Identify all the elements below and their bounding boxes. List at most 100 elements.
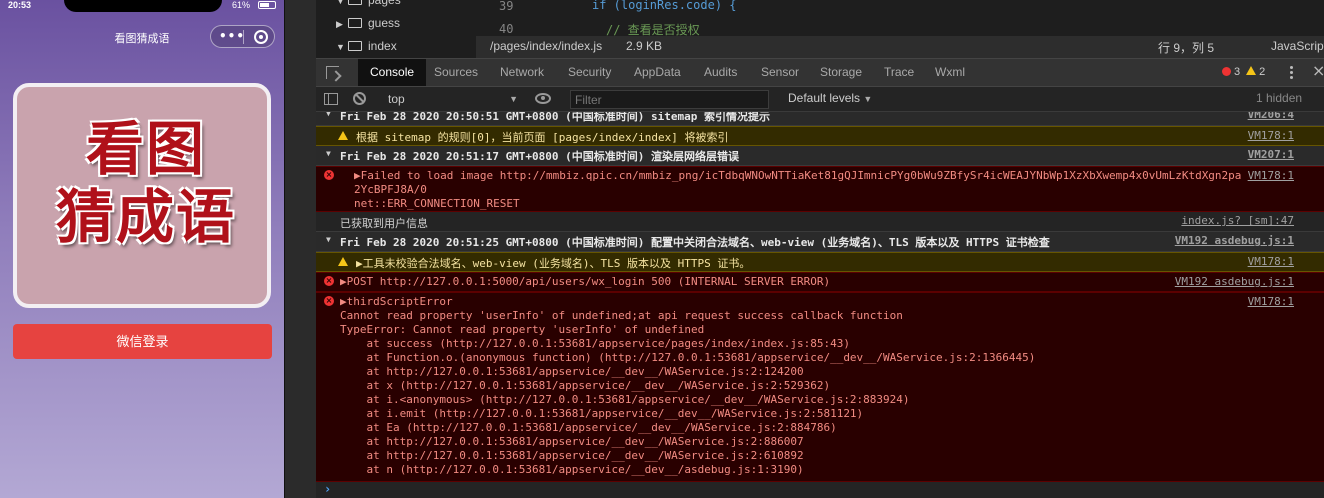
line-number: 40 bbox=[499, 22, 514, 36]
close-target-icon[interactable] bbox=[254, 30, 268, 44]
tree-item-guess[interactable]: ▶ guess bbox=[336, 16, 400, 30]
devtools-tabs: Console Sources Network Security AppData… bbox=[316, 58, 1324, 87]
log-source-link[interactable]: VM178:1 bbox=[1248, 295, 1294, 308]
live-expression-eye-icon[interactable] bbox=[535, 93, 551, 104]
log-message: ▶POST http://127.0.0.1:5000/api/users/wx… bbox=[340, 275, 831, 288]
folder-icon bbox=[348, 0, 362, 5]
log-group-header[interactable]: ▼ Fri Feb 28 2020 20:51:17 GMT+0800 (中国标… bbox=[316, 146, 1324, 166]
tab-audits[interactable]: Audits bbox=[704, 59, 737, 86]
error-icon: × bbox=[324, 296, 334, 306]
error-icon: × bbox=[324, 170, 334, 180]
tree-label: pages bbox=[368, 0, 401, 7]
dropdown-arrow-icon: ▼ bbox=[509, 94, 518, 104]
tree-label: guess bbox=[368, 16, 401, 30]
context-value: top bbox=[388, 92, 405, 106]
log-error[interactable]: × ▶POST http://127.0.0.1:5000/api/users/… bbox=[316, 272, 1324, 292]
log-source-link[interactable]: index.js? [sm]:47 bbox=[1181, 214, 1294, 227]
tab-sensor[interactable]: Sensor bbox=[761, 59, 799, 86]
language-mode[interactable]: JavaScript bbox=[1271, 39, 1324, 53]
log-source-link[interactable]: VM192 asdebug.js:1 bbox=[1175, 234, 1294, 247]
warning-count: 2 bbox=[1259, 66, 1266, 78]
log-message: ▶thirdScriptError Cannot read property '… bbox=[340, 295, 1036, 476]
devtools-window: 20:53 61% 看图猜成语 ••• 看图 猜成语 微信登录 ▼ pages ▶… bbox=[0, 0, 1324, 498]
chevron-down-icon: ▼ bbox=[336, 0, 345, 6]
status-time: 20:53 bbox=[8, 0, 32, 10]
line-number: 39 bbox=[499, 0, 514, 13]
file-size: 2.9 KB bbox=[626, 39, 663, 53]
cursor-position[interactable]: 行 9，列 5 bbox=[1158, 39, 1214, 56]
context-select[interactable]: top ▼ bbox=[382, 90, 522, 108]
log-warning[interactable]: 根据 sitemap 的规则[0]，当前页面 [pages/index/inde… bbox=[316, 126, 1324, 146]
file-path: /pages/index/index.js bbox=[490, 39, 603, 53]
log-levels-dropdown[interactable]: Default levels ▼ bbox=[788, 91, 872, 105]
more-menu-icon[interactable] bbox=[1290, 66, 1293, 79]
filter-input[interactable] bbox=[570, 90, 769, 109]
log-group-header[interactable]: ▼ Fri Feb 28 2020 20:51:25 GMT+0800 (中国标… bbox=[316, 232, 1324, 252]
log-message: Fri Feb 28 2020 20:51:25 GMT+0800 (中国标准时… bbox=[340, 236, 1050, 249]
log-message: 已获取到用户信息 bbox=[340, 217, 428, 230]
tab-security[interactable]: Security bbox=[568, 59, 611, 86]
chevron-down-icon: ▼ bbox=[336, 42, 345, 52]
tree-label: index bbox=[368, 39, 397, 53]
clear-console-icon[interactable] bbox=[353, 92, 366, 105]
log-message: ▶Failed to load image http://mmbiz.qpic.… bbox=[354, 169, 1242, 210]
status-bar: 20:53 61% bbox=[0, 0, 284, 14]
file-status-bar: /pages/index/index.js 2.9 KB 行 9，列 5 Jav… bbox=[476, 36, 1324, 58]
battery-icon bbox=[258, 1, 276, 9]
expand-triangle-icon[interactable]: ▼ bbox=[326, 149, 331, 158]
log-source-link[interactable]: VM178:1 bbox=[1248, 169, 1294, 182]
console-prompt[interactable]: › bbox=[324, 482, 331, 496]
simulator-divider[interactable] bbox=[284, 0, 316, 498]
dropdown-arrow-icon: ▼ bbox=[863, 94, 873, 104]
tree-item-pages[interactable]: ▼ pages bbox=[336, 0, 401, 7]
issue-counts[interactable]: 32 bbox=[1222, 59, 1265, 86]
editor-area: ▼ pages ▶ guess ▼ index 39 40 if (loginRes.… bbox=[316, 0, 1324, 58]
log-source-link[interactable]: VM178:1 bbox=[1248, 129, 1294, 142]
log-message: ▶工具未校验合法域名、web-view (业务域名)、TLS 版本以及 HTTP… bbox=[356, 257, 751, 270]
warning-icon bbox=[338, 131, 348, 140]
wechat-login-button[interactable]: 微信登录 bbox=[13, 324, 272, 359]
log-error[interactable]: × ▶thirdScriptError Cannot read property… bbox=[316, 292, 1324, 482]
hidden-count[interactable]: 1 hidden bbox=[1256, 91, 1302, 105]
log-info[interactable]: 已获取到用户信息 index.js? [sm]:47 bbox=[316, 212, 1324, 232]
log-error[interactable]: × ▶Failed to load image http://mmbiz.qpi… bbox=[316, 166, 1324, 212]
game-logo: 看图 猜成语 bbox=[13, 83, 271, 308]
tab-wxml[interactable]: Wxml bbox=[935, 59, 965, 86]
logo-line-2: 猜成语 bbox=[55, 183, 236, 251]
tab-appdata[interactable]: AppData bbox=[634, 59, 681, 86]
log-message: 根据 sitemap 的规则[0]，当前页面 [pages/index/inde… bbox=[356, 131, 729, 144]
inspect-element-icon[interactable] bbox=[326, 66, 339, 79]
expand-triangle-icon[interactable]: ▼ bbox=[326, 112, 331, 118]
log-warning[interactable]: ▶工具未校验合法域名、web-view (业务域名)、TLS 版本以及 HTTP… bbox=[316, 252, 1324, 272]
log-source-link[interactable]: VM206:4 bbox=[1248, 112, 1294, 121]
logo-text: 看图 猜成语 bbox=[31, 115, 261, 251]
expand-triangle-icon[interactable]: ▼ bbox=[326, 235, 331, 244]
tab-console[interactable]: Console bbox=[358, 59, 427, 86]
console-toolbar: top ▼ Default levels ▼ 1 hidden bbox=[316, 87, 1324, 112]
code-line[interactable]: if (loginRes.code) { bbox=[592, 0, 737, 12]
warning-icon bbox=[338, 257, 348, 266]
chevron-right-icon: ▶ bbox=[336, 19, 343, 29]
folder-icon bbox=[348, 18, 362, 28]
tab-network[interactable]: Network bbox=[500, 59, 544, 86]
error-icon: × bbox=[324, 276, 334, 286]
sidebar-toggle-icon[interactable] bbox=[324, 93, 338, 105]
error-count: 3 bbox=[1234, 66, 1241, 78]
log-source-link[interactable]: VM178:1 bbox=[1248, 255, 1294, 268]
capsule-divider bbox=[243, 30, 244, 44]
mini-program-capsule[interactable]: ••• bbox=[210, 25, 275, 48]
tree-item-index[interactable]: ▼ index bbox=[336, 39, 397, 53]
log-source-link[interactable]: VM207:1 bbox=[1248, 148, 1294, 161]
tab-sources[interactable]: Sources bbox=[434, 59, 478, 86]
folder-icon bbox=[348, 41, 362, 51]
logo-line-1: 看图 bbox=[85, 115, 206, 183]
warning-icon bbox=[1246, 66, 1257, 75]
more-dots-icon[interactable]: ••• bbox=[219, 29, 245, 43]
console-output[interactable]: ▼ Fri Feb 28 2020 20:50:51 GMT+0800 (中国标… bbox=[316, 112, 1324, 498]
close-icon[interactable]: × bbox=[1312, 61, 1324, 80]
log-source-link[interactable]: VM192 asdebug.js:1 bbox=[1175, 275, 1294, 288]
log-group-header[interactable]: ▼ Fri Feb 28 2020 20:50:51 GMT+0800 (中国标… bbox=[316, 112, 1324, 126]
tab-storage[interactable]: Storage bbox=[820, 59, 862, 86]
log-message: Fri Feb 28 2020 20:50:51 GMT+0800 (中国标准时… bbox=[340, 112, 771, 123]
tab-trace[interactable]: Trace bbox=[884, 59, 914, 86]
